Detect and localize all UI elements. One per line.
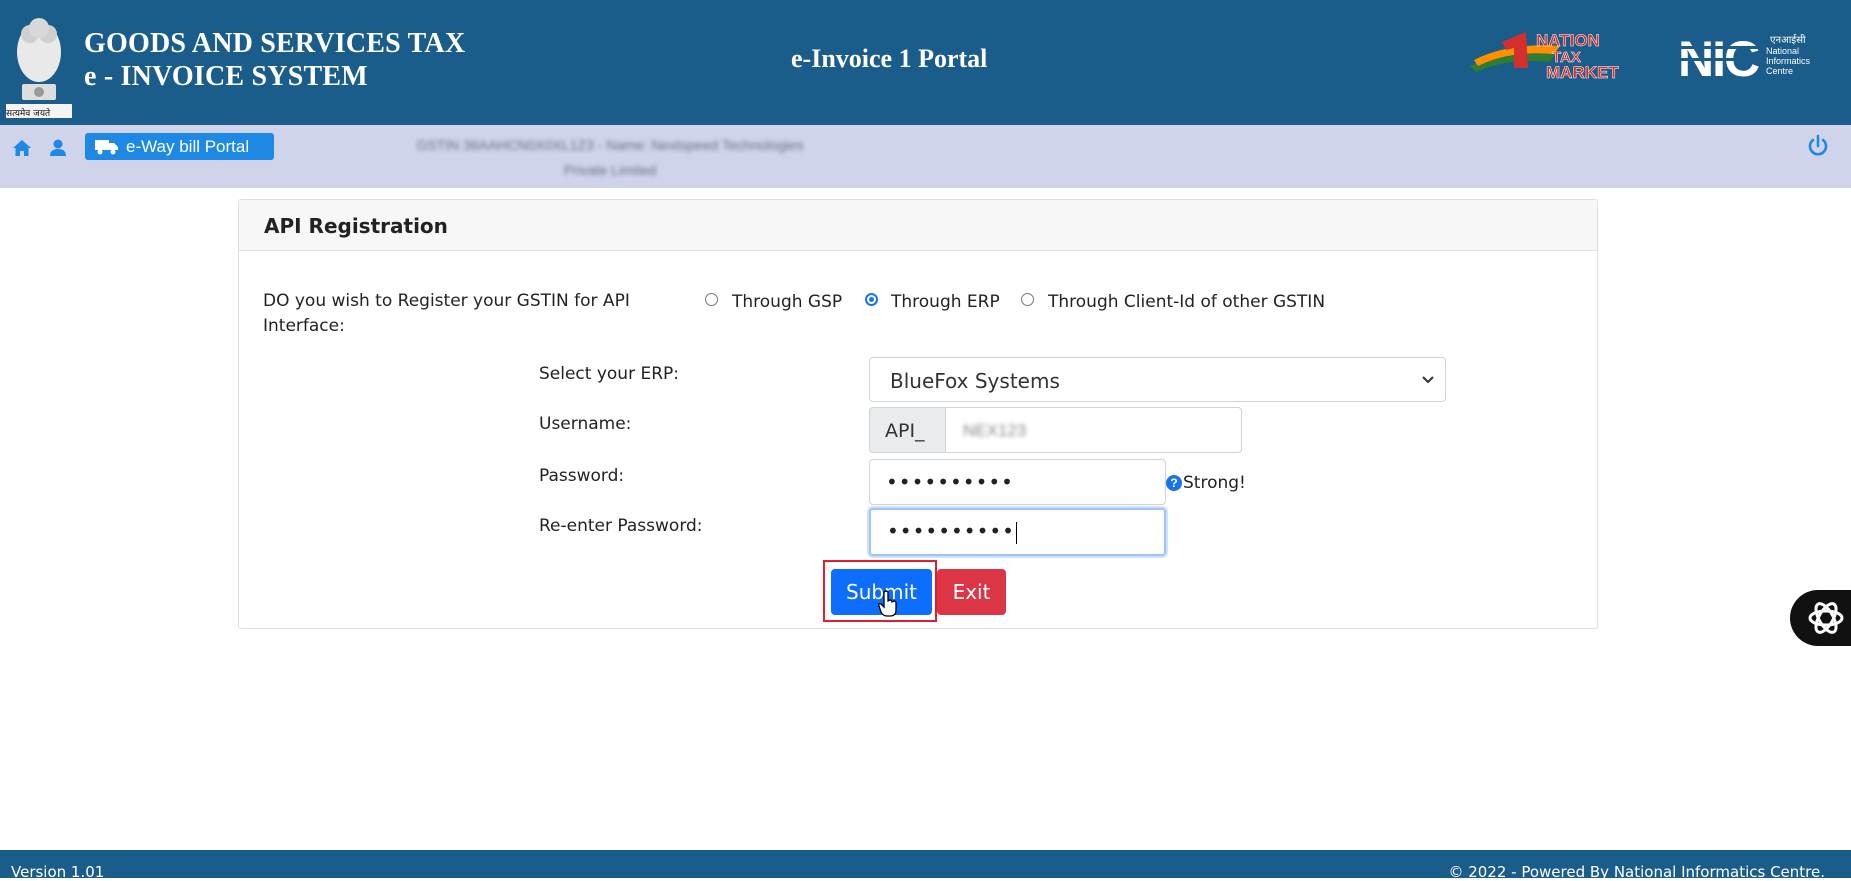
footer: Version 1.01 © 2022 - Powered By Nationa…: [0, 850, 1851, 881]
api-register-question: DO you wish to Register your GSTIN for A…: [263, 291, 630, 336]
power-icon[interactable]: [1806, 134, 1830, 158]
copyright-text: © 2022 - Powered By National Informatics…: [1448, 863, 1825, 881]
username-prefix: API_: [869, 407, 946, 453]
site-title-line1: GOODS AND SERVICES TAX: [84, 28, 466, 59]
repassword-input[interactable]: ••••••••••: [869, 508, 1166, 556]
nation-tax-market-logo: NATION TAX MARKET: [1470, 31, 1620, 82]
gstin-info: GSTIN 36AAHCN0X0XL1Z3 - Name: Nextspeed …: [335, 133, 885, 183]
chat-widget-button[interactable]: [1790, 590, 1851, 646]
text-caret: [1015, 521, 1017, 544]
eway-bill-portal-button[interactable]: e-Way bill Portal: [85, 133, 274, 160]
repassword-label: Re-enter Password:: [539, 516, 703, 536]
nic-subtitle: National Informatics Centre: [1766, 46, 1810, 76]
hand-cursor-icon: [878, 590, 897, 617]
radio-through-gsp[interactable]: [705, 293, 718, 306]
card-header: API Registration: [239, 200, 1597, 251]
radio-through-erp[interactable]: [865, 293, 878, 306]
username-label: Username:: [539, 414, 632, 434]
repassword-value-wrap: ••••••••••: [887, 519, 1017, 544]
nic-sub-line: National: [1766, 46, 1800, 56]
top-header: सत्यमेव जयते GOODS AND SERVICES TAX e - …: [0, 0, 1851, 125]
password-value: ••••••••••: [886, 470, 1014, 494]
erp-label: Select your ERP:: [539, 364, 680, 384]
nic-sub-line: Informatics: [1766, 56, 1811, 66]
openai-icon: [1808, 602, 1844, 634]
svg-text:NIC: NIC: [1678, 31, 1759, 84]
password-label: Password:: [539, 466, 625, 486]
chevron-down-icon: [1422, 376, 1434, 384]
eway-bill-portal-label: e-Way bill Portal: [126, 136, 250, 156]
nic-hindi-text: एनआईसी: [1770, 35, 1806, 46]
gstin-line: GSTIN 36AAHCN0X0XL1Z3 - Name: Nextspeed …: [416, 137, 804, 153]
password-input[interactable]: ••••••••••: [869, 459, 1166, 505]
home-icon[interactable]: [11, 137, 33, 159]
portal-title: e-Invoice 1 Portal: [791, 44, 988, 73]
site-title-line2: e - INVOICE SYSTEM: [84, 61, 368, 92]
user-icon[interactable]: [47, 137, 69, 159]
radio-through-client-id[interactable]: [1021, 293, 1034, 306]
nic-sub-line: Centre: [1766, 66, 1794, 76]
help-icon[interactable]: ?: [1166, 475, 1182, 491]
svg-text:MARKET: MARKET: [1546, 63, 1619, 82]
card-title: API Registration: [264, 214, 448, 238]
password-strength: Strong!: [1183, 473, 1246, 493]
username-input[interactable]: NEX123: [945, 407, 1242, 453]
repassword-value: ••••••••••: [887, 519, 1015, 543]
radio-label-client-id[interactable]: Through Client-Id of other GSTIN: [1048, 292, 1325, 312]
radio-label-gsp[interactable]: Through GSP: [732, 292, 842, 312]
version-text: Version 1.01: [11, 863, 105, 881]
radio-label-erp[interactable]: Through ERP: [891, 292, 1000, 312]
nav-bar: [0, 125, 1851, 188]
erp-select[interactable]: BlueFox Systems: [869, 357, 1446, 402]
exit-button[interactable]: Exit: [937, 569, 1006, 615]
national-emblem-logo: [6, 18, 72, 118]
username-value: NEX123: [963, 421, 1027, 440]
gstin-line: Private Limited: [563, 162, 657, 178]
emblem-motto: सत्यमेव जयते: [6, 109, 51, 119]
svg-text:NATION: NATION: [1536, 31, 1600, 50]
truck-icon: [95, 139, 118, 154]
username-prefix-text: API_: [885, 420, 925, 442]
erp-select-value: BlueFox Systems: [890, 369, 1060, 393]
